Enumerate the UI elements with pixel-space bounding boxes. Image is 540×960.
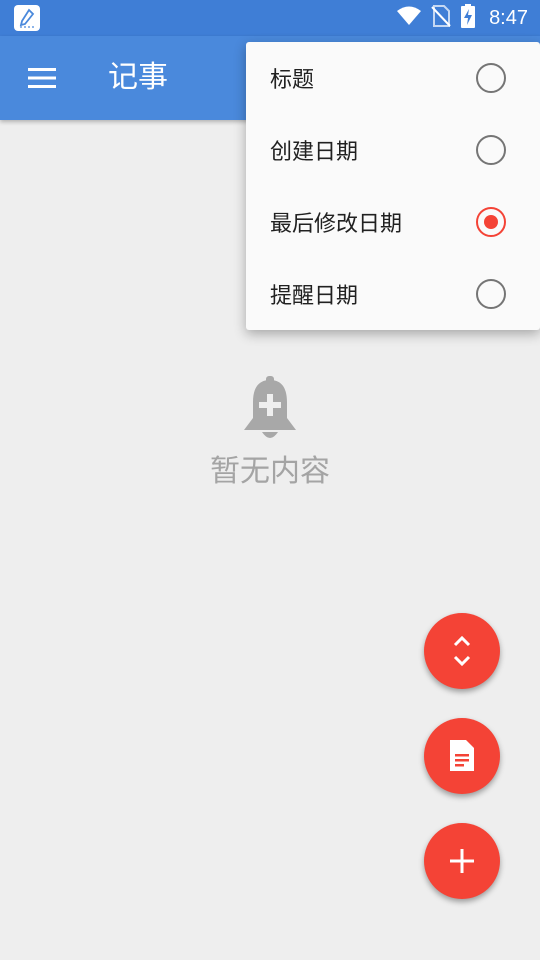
sort-menu: 标题 创建日期 最后修改日期 提醒日期 [246,42,540,330]
sort-option-label: 创建日期 [270,140,359,165]
add-button[interactable] [424,823,500,899]
hamburger-menu-icon[interactable] [26,65,58,91]
sort-option-created-date[interactable]: 创建日期 [246,114,540,186]
bell-plus-icon [244,376,296,438]
empty-state: 暂无内容 [0,376,540,492]
sort-option-modified-date[interactable]: 最后修改日期 [246,186,540,258]
expand-collapse-button[interactable] [424,613,500,689]
wifi-icon [397,6,422,30]
status-bar: 8:47 [0,0,540,36]
sort-option-title[interactable]: 标题 [246,42,540,114]
radio-unchecked-icon[interactable] [476,279,506,309]
add-note-button[interactable] [424,718,500,794]
empty-state-text: 暂无内容 [210,454,330,489]
status-icons: 8:47 [397,0,528,36]
note-icon [450,740,474,771]
radio-checked-icon[interactable] [476,207,506,237]
sort-option-label: 标题 [270,68,315,93]
page-title: 记事 [108,60,168,95]
sort-option-label: 最后修改日期 [270,212,403,237]
sort-option-label: 提醒日期 [270,284,359,309]
app-notification-icon [14,5,40,31]
add-icon [450,849,474,873]
radio-unchecked-icon[interactable] [476,63,506,93]
expand-collapse-icon [453,635,471,667]
radio-unchecked-icon[interactable] [476,135,506,165]
battery-charging-icon [461,4,476,32]
no-sim-icon [431,5,451,31]
sort-option-reminder-date[interactable]: 提醒日期 [246,258,540,330]
status-time: 8:47 [489,6,528,29]
